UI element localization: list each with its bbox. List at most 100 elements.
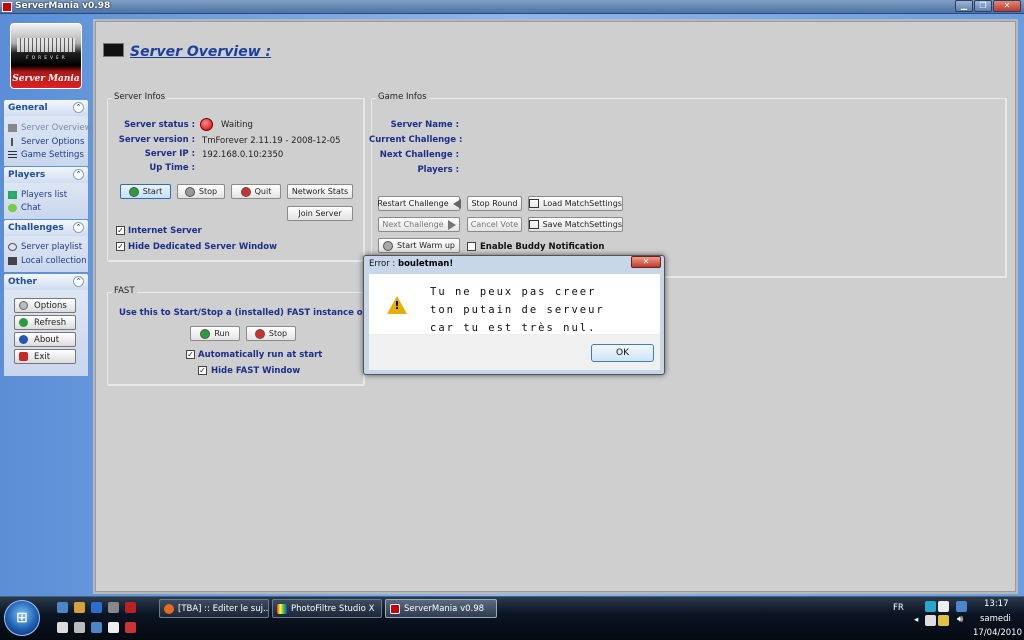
save-matchsettings-button[interactable]: Save MatchSettings — [528, 217, 623, 232]
next-challenge-button[interactable]: Next Challenge — [378, 217, 460, 232]
sidebar-item-game-settings[interactable]: Game Settings — [8, 148, 84, 161]
quicklaunch-home-icon[interactable] — [91, 622, 102, 633]
sidebar-section-title: General — [8, 103, 48, 113]
hide-fast-window-checkbox[interactable]: ✓ — [198, 366, 207, 375]
quicklaunch-note-icon[interactable] — [108, 622, 119, 633]
clock-time[interactable]: 13:17 — [984, 599, 1009, 609]
refresh-icon — [19, 318, 28, 327]
app-icon — [2, 2, 12, 12]
maximize-button[interactable]: ❐ — [974, 0, 992, 12]
server-ip-label: Server IP : — [144, 149, 195, 159]
quit-server-button[interactable]: Quit — [231, 184, 281, 199]
join-server-button[interactable]: Join Server — [287, 206, 353, 221]
globe-icon — [8, 242, 17, 251]
quicklaunch-folder-icon[interactable] — [74, 622, 85, 633]
tray-flag-icon[interactable] — [925, 615, 936, 626]
refresh-button[interactable]: Refresh — [14, 315, 76, 330]
sidebar-item-local-collection[interactable]: Local collection — [8, 254, 87, 267]
internet-server-checkbox[interactable]: ✓ — [116, 226, 125, 235]
start-server-button[interactable]: Start — [120, 184, 171, 199]
server-version-label: Server version : — [118, 135, 195, 145]
auto-run-checkbox[interactable]: ✓ — [186, 350, 195, 359]
warmup-icon — [382, 240, 393, 251]
taskbar-item-servermania[interactable]: ServerMania v0.98 — [385, 599, 497, 618]
dialog-title: Error : bouletman! — [369, 259, 454, 269]
close-circle-icon — [254, 328, 265, 339]
stop-round-button[interactable]: Stop Round — [467, 196, 522, 211]
quicklaunch-media-icon[interactable] — [108, 602, 119, 613]
chevron-up-icon[interactable]: ⌃ — [73, 276, 84, 287]
server-version-value: TmForever 2.11.19 - 2008-12-05 — [202, 136, 341, 146]
sidebar-section-challenges[interactable]: Challenges ⌃ — [4, 220, 88, 236]
fast-run-button[interactable]: Run — [190, 326, 240, 341]
sidebar-section-players[interactable]: Players ⌃ — [4, 167, 88, 183]
power-icon — [19, 352, 28, 361]
server-status-label: Server status : — [124, 120, 195, 130]
taskbar — [0, 596, 1024, 640]
load-matchsettings-button[interactable]: Load MatchSettings — [528, 196, 623, 211]
cancel-vote-button[interactable]: Cancel Vote — [467, 217, 522, 232]
load-icon — [529, 199, 540, 208]
tray-messenger-icon[interactable] — [938, 615, 949, 626]
sidebar-players-body: Players list Chat — [4, 183, 88, 219]
network-stats-button[interactable]: Network Stats — [287, 184, 353, 199]
chevron-up-icon[interactable]: ⌃ — [73, 169, 84, 180]
tool-icon — [8, 137, 17, 146]
hide-fast-window-label: Hide FAST Window — [211, 366, 301, 376]
stop-server-button[interactable]: Stop — [177, 184, 225, 199]
monitor-icon — [8, 123, 17, 132]
clock-day[interactable]: samedi — [980, 614, 1011, 624]
sidebar-other-body: Options Refresh About Exit — [4, 290, 88, 376]
sidebar-section-other[interactable]: Other ⌃ — [4, 274, 88, 290]
dialog-ok-button[interactable]: OK — [591, 344, 654, 362]
photofiltre-icon — [277, 603, 287, 614]
restart-challenge-button[interactable]: Restart Challenge — [377, 196, 461, 211]
sidebar-item-server-options[interactable]: Server Options — [8, 135, 84, 148]
minimize-button[interactable]: ▁ — [955, 0, 973, 12]
next-challenge-label: Next Challenge : — [379, 150, 459, 160]
close-button[interactable]: ✕ — [993, 0, 1021, 12]
chevron-up-icon[interactable]: ⌃ — [73, 102, 84, 113]
exit-button[interactable]: Exit — [14, 349, 76, 364]
status-error-icon — [200, 118, 213, 131]
quicklaunch-explorer-icon[interactable] — [74, 602, 85, 613]
taskbar-item-firefox[interactable]: [TBA] :: Editer le suj... — [159, 599, 269, 618]
window-titlebar[interactable] — [0, 0, 1024, 14]
gear-icon — [19, 301, 28, 310]
options-button[interactable]: Options — [14, 298, 76, 313]
start-button[interactable]: ⊞ — [4, 600, 40, 636]
start-warmup-button[interactable]: Start Warm up — [378, 238, 460, 253]
tray-font-icon[interactable] — [938, 601, 949, 612]
tray-network-icon[interactable] — [925, 601, 936, 612]
sidebar-item-server-overview[interactable]: Server Overview — [8, 121, 92, 134]
sidebar-section-general[interactable]: General ⌃ — [4, 100, 88, 116]
server-status-value: Waiting — [221, 120, 253, 130]
about-button[interactable]: About — [14, 332, 76, 347]
stop-icon — [184, 186, 195, 197]
buddy-notification-checkbox[interactable] — [467, 242, 476, 251]
taskbar-item-photofiltre[interactable]: PhotoFiltre Studio X — [272, 599, 382, 618]
play-icon — [128, 186, 139, 197]
sidebar-item-chat[interactable]: Chat — [8, 201, 41, 214]
volume-icon[interactable]: 🔊︎ — [957, 614, 963, 625]
quicklaunch-app-icon[interactable] — [125, 602, 136, 613]
quicklaunch-tool-icon[interactable] — [125, 622, 136, 633]
language-indicator[interactable]: FR — [893, 603, 904, 613]
dialog-close-button[interactable]: ✕ — [631, 256, 661, 268]
tray-monitor-icon[interactable] — [956, 601, 967, 612]
dialog-message-line: Tu ne peux pas creer — [430, 286, 597, 298]
logo-subtitle: F O R E V E R — [26, 55, 66, 60]
chevron-up-icon[interactable]: ⌃ — [73, 222, 84, 233]
sidebar-item-players-list[interactable]: Players list — [8, 188, 67, 201]
quicklaunch-doc-icon[interactable] — [57, 622, 68, 633]
sidebar-item-server-playlist[interactable]: Server playlist — [8, 240, 82, 253]
fast-stop-button[interactable]: Stop — [246, 326, 296, 341]
players-label: Players : — [417, 165, 459, 175]
quicklaunch-ie-icon[interactable] — [91, 602, 102, 613]
tray-expand-icon[interactable]: ◂ — [914, 615, 918, 625]
current-challenge-label: Current Challenge : — [369, 135, 463, 145]
quicklaunch-desktop-icon[interactable] — [57, 602, 68, 613]
clock-date[interactable]: 17/04/2010 — [973, 628, 1022, 638]
save-icon — [529, 220, 539, 229]
hide-dedicated-window-checkbox[interactable]: ✓ — [116, 242, 125, 251]
